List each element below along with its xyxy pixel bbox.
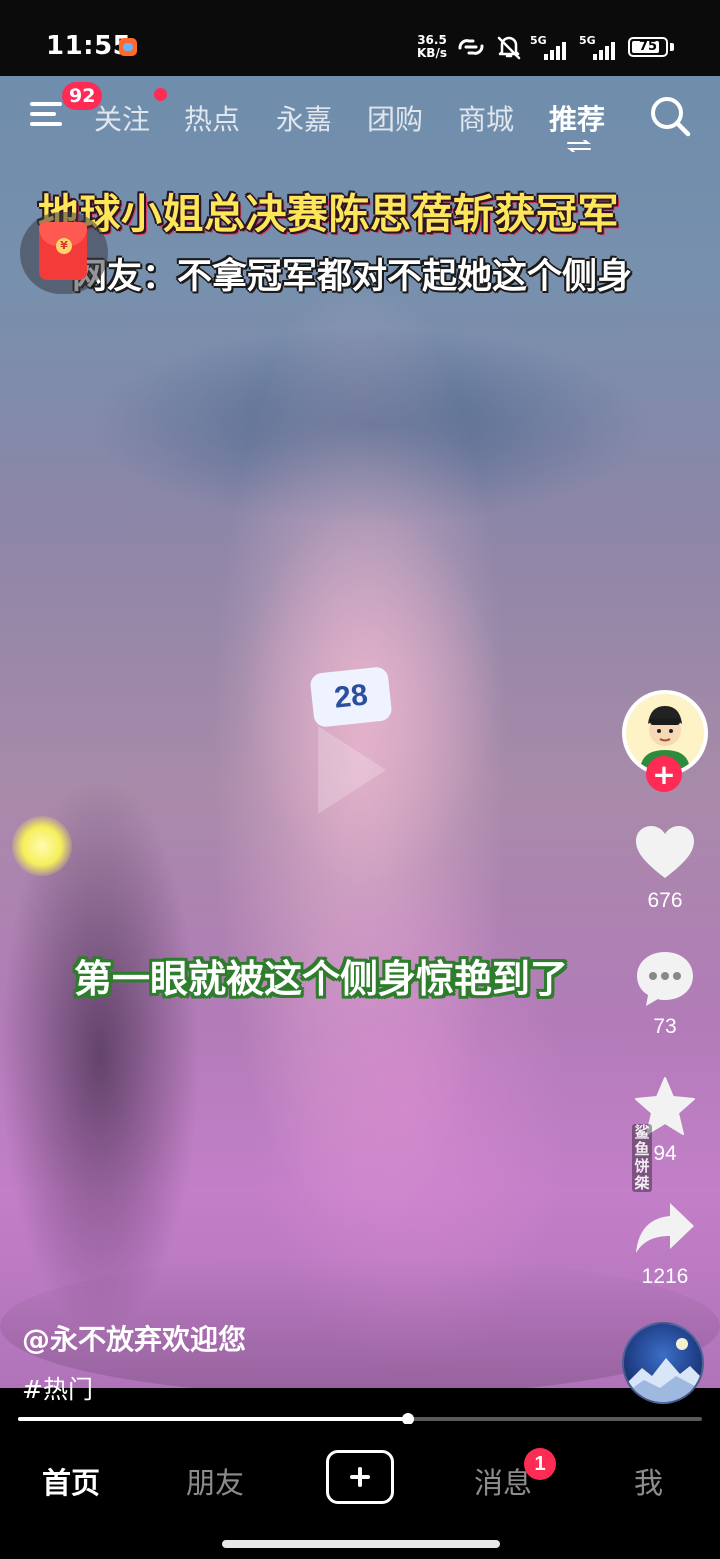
tab-following-dot xyxy=(154,88,167,101)
stage-spotlight xyxy=(12,816,72,876)
red-packet-widget[interactable]: ¥ xyxy=(20,212,108,294)
create-post-button[interactable] xyxy=(326,1450,394,1504)
search-icon[interactable] xyxy=(648,94,692,138)
comment-icon[interactable] xyxy=(634,948,696,1008)
bottom-tab-bar: 首页 朋友 消息 1 我 xyxy=(0,1424,720,1559)
battery-icon: 75 xyxy=(628,37,668,57)
author-name[interactable]: @永不放弃欢迎您 xyxy=(22,1318,246,1358)
status-bar: 11:55 36.5 KB/s 5G 5G 75 xyxy=(0,0,720,76)
network-speed-unit: KB/s xyxy=(417,46,447,60)
caption-mid: 第一眼就被这个侧身惊艳到了 xyxy=(74,957,569,1001)
tab-recommend[interactable]: 推荐 xyxy=(549,98,605,138)
progress-fill xyxy=(18,1417,408,1421)
tab-mall[interactable]: 商城 xyxy=(458,98,514,138)
like-heart-icon[interactable] xyxy=(634,824,696,880)
battery-level: 75 xyxy=(638,39,658,54)
coin-icon: ¥ xyxy=(56,238,72,254)
tab-local[interactable]: 永嘉 xyxy=(276,98,332,138)
top-navigation: 92 关注 热点 永嘉 团购 商城 推荐 xyxy=(0,76,720,156)
follow-button[interactable]: + xyxy=(646,756,682,792)
share-count: 1216 xyxy=(641,1265,689,1288)
network-speed: 36.5 KB/s xyxy=(417,34,447,60)
mute-bell-icon xyxy=(497,36,521,60)
tab-group-buy[interactable]: 团购 xyxy=(367,98,423,138)
play-icon xyxy=(318,726,386,814)
menu-icon[interactable] xyxy=(30,98,64,128)
notification-app-icon xyxy=(119,38,137,56)
switch-arrows-icon xyxy=(567,140,591,152)
vertical-watermark: 鲨鱼饼桀 xyxy=(632,1124,652,1192)
tab-following[interactable]: 关注 xyxy=(94,98,150,138)
music-disc[interactable] xyxy=(622,1322,704,1404)
battery-tip xyxy=(670,43,674,51)
comment-count: 73 xyxy=(653,1015,677,1038)
tab-hot[interactable]: 热点 xyxy=(184,98,240,138)
caption-subtitle: 网友：不拿冠军都对不起她这个侧身 xyxy=(72,257,633,297)
caption-title: 地球小姐总决赛陈思蓓斩获冠军 xyxy=(38,190,619,238)
video-player[interactable]: 28 地球小姐总决赛陈思蓓斩获冠军 网友：不拿冠军都对不起她这个侧身 第一眼就被… xyxy=(0,76,720,1388)
signal-strength-icon xyxy=(544,42,566,60)
hashtag-link[interactable]: #热门 xyxy=(22,1370,93,1406)
share-arrow-icon[interactable] xyxy=(634,1200,696,1256)
signal-strength-icon xyxy=(593,42,615,60)
contestant-bib: 28 xyxy=(309,666,393,728)
hotspot-link-icon xyxy=(458,39,484,55)
like-count: 676 xyxy=(647,889,683,912)
messages-badge: 1 xyxy=(524,1448,556,1480)
bib-number: 28 xyxy=(332,678,370,715)
tab-home[interactable]: 首页 xyxy=(42,1460,100,1502)
music-cover-art xyxy=(624,1338,702,1402)
video-progress-bar[interactable] xyxy=(18,1413,702,1425)
home-indicator xyxy=(222,1540,500,1548)
tab-friends[interactable]: 朋友 xyxy=(186,1460,244,1502)
tab-me[interactable]: 我 xyxy=(634,1460,663,1502)
